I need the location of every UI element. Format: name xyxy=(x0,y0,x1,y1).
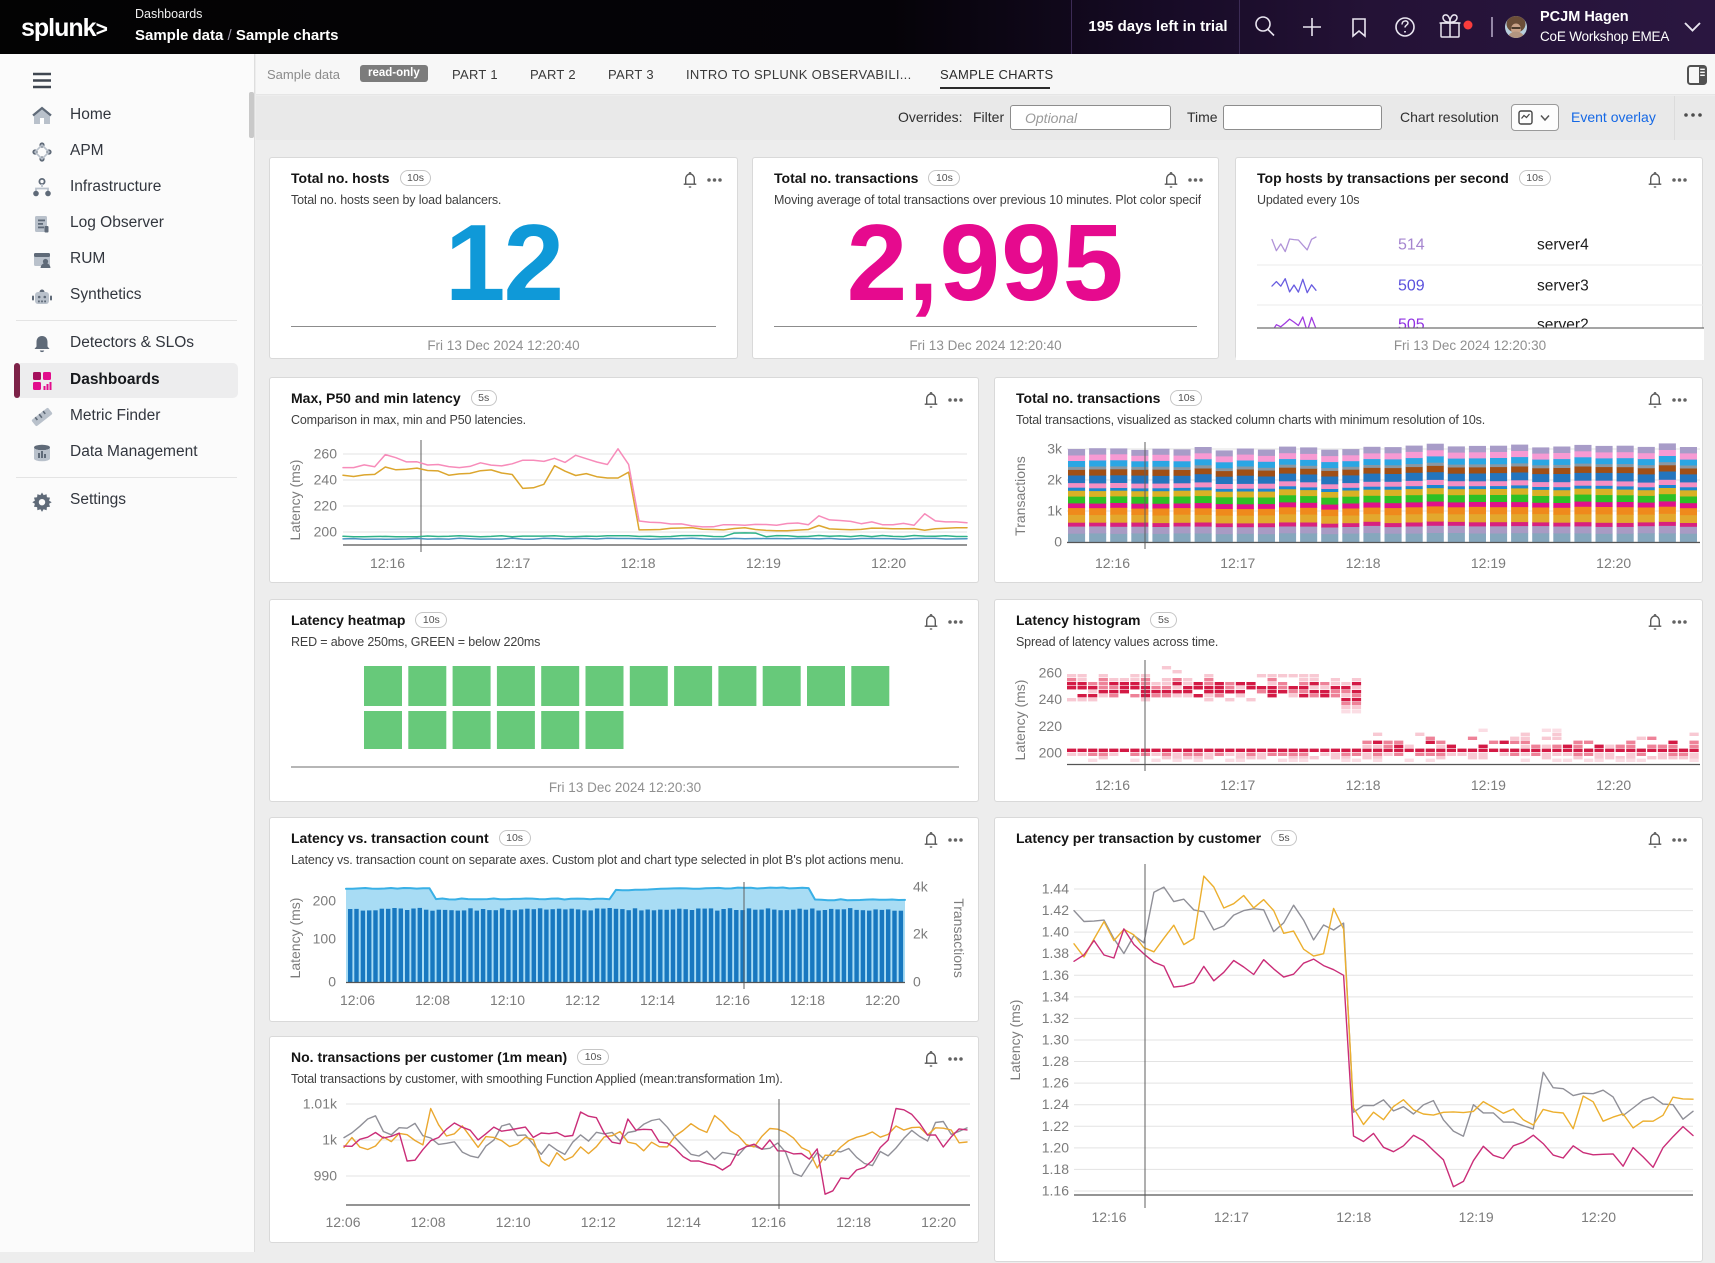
svg-text:Fri 13 Dec 2024 12:20:30: Fri 13 Dec 2024 12:20:30 xyxy=(549,780,701,795)
svg-text:12:08: 12:08 xyxy=(415,992,450,1008)
svg-text:1.34: 1.34 xyxy=(1042,988,1069,1004)
svg-text:Latency (ms): Latency (ms) xyxy=(1007,1000,1023,1081)
svg-text:12:20: 12:20 xyxy=(1596,555,1631,571)
svg-text:2k: 2k xyxy=(913,926,929,942)
svg-text:0: 0 xyxy=(328,974,336,990)
svg-text:1k: 1k xyxy=(1047,503,1063,519)
svg-text:12:16: 12:16 xyxy=(1095,555,1130,571)
svg-text:12:16: 12:16 xyxy=(370,555,405,571)
svg-text:12:06: 12:06 xyxy=(325,1214,360,1230)
svg-text:990: 990 xyxy=(314,1168,338,1184)
svg-text:260: 260 xyxy=(314,446,338,462)
svg-text:server4: server4 xyxy=(1537,237,1589,254)
svg-text:1.01k: 1.01k xyxy=(303,1096,338,1112)
svg-text:1.38: 1.38 xyxy=(1042,945,1069,961)
svg-text:1.30: 1.30 xyxy=(1042,1031,1069,1047)
svg-text:12:19: 12:19 xyxy=(746,555,781,571)
svg-text:12:19: 12:19 xyxy=(1471,777,1506,793)
svg-text:1.28: 1.28 xyxy=(1042,1053,1069,1069)
svg-text:12:18: 12:18 xyxy=(621,555,656,571)
svg-text:1.36: 1.36 xyxy=(1042,967,1069,983)
svg-text:12:16: 12:16 xyxy=(1095,777,1130,793)
svg-text:1.44: 1.44 xyxy=(1042,881,1069,897)
svg-text:1k: 1k xyxy=(322,1132,338,1148)
svg-text:12:14: 12:14 xyxy=(640,992,675,1008)
svg-text:Latency (ms): Latency (ms) xyxy=(287,460,303,541)
svg-text:509: 509 xyxy=(1398,278,1425,295)
svg-text:12:18: 12:18 xyxy=(1346,777,1381,793)
svg-text:Fri 13 Dec 2024 12:20:30: Fri 13 Dec 2024 12:20:30 xyxy=(1394,338,1546,353)
svg-text:12:18: 12:18 xyxy=(1336,1209,1371,1225)
svg-text:1.18: 1.18 xyxy=(1042,1161,1069,1177)
svg-text:12:08: 12:08 xyxy=(411,1214,446,1230)
svg-text:2k: 2k xyxy=(1047,472,1063,488)
svg-text:12:20: 12:20 xyxy=(921,1214,956,1230)
svg-text:220: 220 xyxy=(314,498,338,514)
svg-text:12:18: 12:18 xyxy=(836,1214,871,1230)
svg-text:3k: 3k xyxy=(1047,441,1063,457)
svg-text:12:20: 12:20 xyxy=(1581,1209,1616,1225)
svg-text:240: 240 xyxy=(1039,691,1063,707)
svg-text:12:16: 12:16 xyxy=(1091,1209,1126,1225)
svg-text:12:17: 12:17 xyxy=(1220,777,1255,793)
svg-text:12:20: 12:20 xyxy=(871,555,906,571)
svg-text:4k: 4k xyxy=(913,879,929,895)
svg-text:12:12: 12:12 xyxy=(581,1214,616,1230)
svg-text:Latency (ms): Latency (ms) xyxy=(287,898,303,979)
svg-text:1.26: 1.26 xyxy=(1042,1075,1069,1091)
svg-text:12:12: 12:12 xyxy=(565,992,600,1008)
svg-text:12:19: 12:19 xyxy=(1471,555,1506,571)
svg-text:Transactions: Transactions xyxy=(1012,456,1028,536)
svg-text:12:20: 12:20 xyxy=(865,992,900,1008)
svg-text:220: 220 xyxy=(1039,718,1063,734)
svg-text:100: 100 xyxy=(313,931,337,947)
svg-text:200: 200 xyxy=(314,524,338,540)
svg-text:12:17: 12:17 xyxy=(495,555,530,571)
svg-text:200: 200 xyxy=(313,893,337,909)
svg-text:1.16: 1.16 xyxy=(1042,1182,1069,1198)
svg-text:Latency (ms): Latency (ms) xyxy=(1012,680,1028,761)
svg-text:1.20: 1.20 xyxy=(1042,1139,1069,1155)
svg-text:12:10: 12:10 xyxy=(496,1214,531,1230)
svg-text:12:17: 12:17 xyxy=(1214,1209,1249,1225)
svg-text:240: 240 xyxy=(314,472,338,488)
svg-text:514: 514 xyxy=(1398,237,1425,254)
svg-text:12:16: 12:16 xyxy=(715,992,750,1008)
svg-text:260: 260 xyxy=(1039,665,1063,681)
svg-text:200: 200 xyxy=(1039,745,1063,761)
svg-text:1.24: 1.24 xyxy=(1042,1096,1069,1112)
svg-text:server3: server3 xyxy=(1537,278,1589,295)
svg-text:0: 0 xyxy=(913,974,921,990)
svg-text:12:19: 12:19 xyxy=(1459,1209,1494,1225)
svg-text:1.22: 1.22 xyxy=(1042,1118,1069,1134)
svg-text:1.42: 1.42 xyxy=(1042,902,1069,918)
svg-text:12:16: 12:16 xyxy=(751,1214,786,1230)
svg-text:12:17: 12:17 xyxy=(1220,555,1255,571)
svg-text:1.32: 1.32 xyxy=(1042,1010,1069,1026)
svg-text:12:06: 12:06 xyxy=(340,992,375,1008)
svg-text:12:14: 12:14 xyxy=(666,1214,701,1230)
svg-text:0: 0 xyxy=(1054,534,1062,550)
svg-text:12:10: 12:10 xyxy=(490,992,525,1008)
svg-text:12:18: 12:18 xyxy=(1346,555,1381,571)
svg-text:1.40: 1.40 xyxy=(1042,924,1069,940)
svg-text:Transactions: Transactions xyxy=(951,898,967,978)
svg-text:12:20: 12:20 xyxy=(1596,777,1631,793)
svg-text:12:18: 12:18 xyxy=(790,992,825,1008)
